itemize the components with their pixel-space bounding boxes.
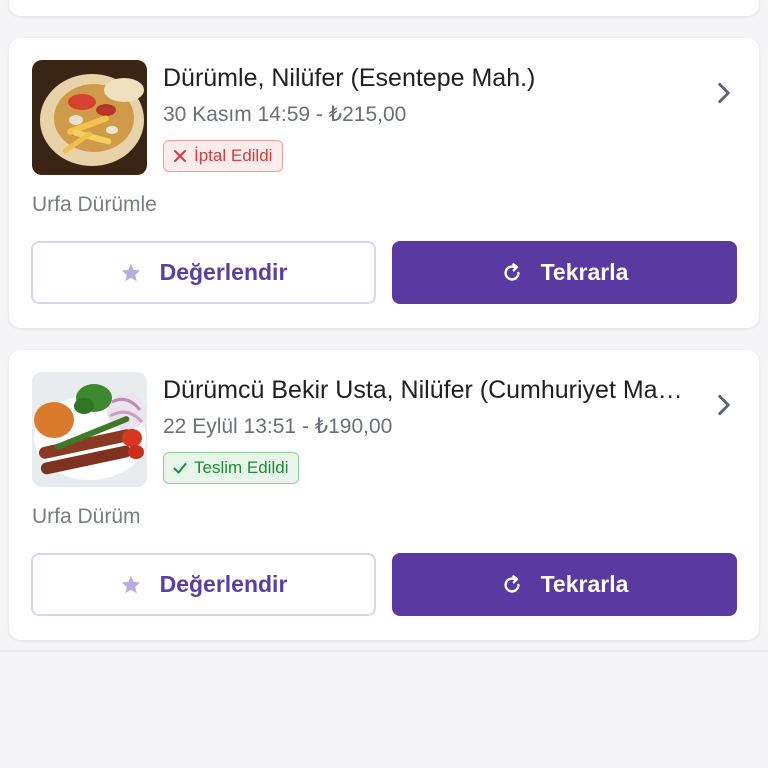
repeat-order-button[interactable]: Tekrarla [392,553,737,616]
rate-button[interactable]: Değerlendir [31,241,376,304]
status-badge-delivered: Teslim Edildi [163,452,300,484]
rate-button[interactable]: Değerlendir [31,553,376,616]
star-icon [121,263,140,281]
order-date-price: 30 Kasım 14:59 - ₺215,00 [163,103,407,126]
restaurant-image-kebab-plate [32,372,147,487]
check-icon [173,463,187,474]
repeat-label: Tekrarla [540,571,629,597]
repeat-label: Tekrarla [540,259,629,285]
rate-label: Değerlendir [159,259,288,285]
order-items: Urfa Dürüm [32,505,141,528]
chevron-right-icon[interactable] [711,80,737,106]
food-photo [32,372,147,487]
list-end-divider [0,650,768,652]
order-card[interactable]: Dürümcü Bekir Usta, Nilüfer (Cumhuriyet … [9,350,759,640]
food-photo [32,60,147,175]
x-icon [174,150,186,162]
refresh-icon [504,574,520,593]
order-card[interactable]: Dürümle, Nilüfer (Esentepe Mah.) 30 Kası… [9,38,759,328]
star-icon [121,575,140,593]
order-date-price: 22 Eylül 13:51 - ₺190,00 [163,415,393,438]
restaurant-name: Dürümle, Nilüfer (Esentepe Mah.) [163,64,536,92]
rate-label: Değerlendir [159,571,288,597]
status-label: Teslim Edildi [194,458,289,477]
chevron-right-icon[interactable] [711,392,737,418]
refresh-icon [504,262,520,281]
repeat-order-button[interactable]: Tekrarla [392,241,737,304]
order-items: Urfa Dürümle [32,193,157,216]
order-card-previous[interactable] [9,0,759,16]
status-badge-cancelled: İptal Edildi [163,140,284,172]
restaurant-image-durum-wrap [32,60,147,175]
status-label: İptal Edildi [194,146,273,165]
restaurant-name: Dürümcü Bekir Usta, Nilüfer (Cumhuriyet … [163,376,683,404]
